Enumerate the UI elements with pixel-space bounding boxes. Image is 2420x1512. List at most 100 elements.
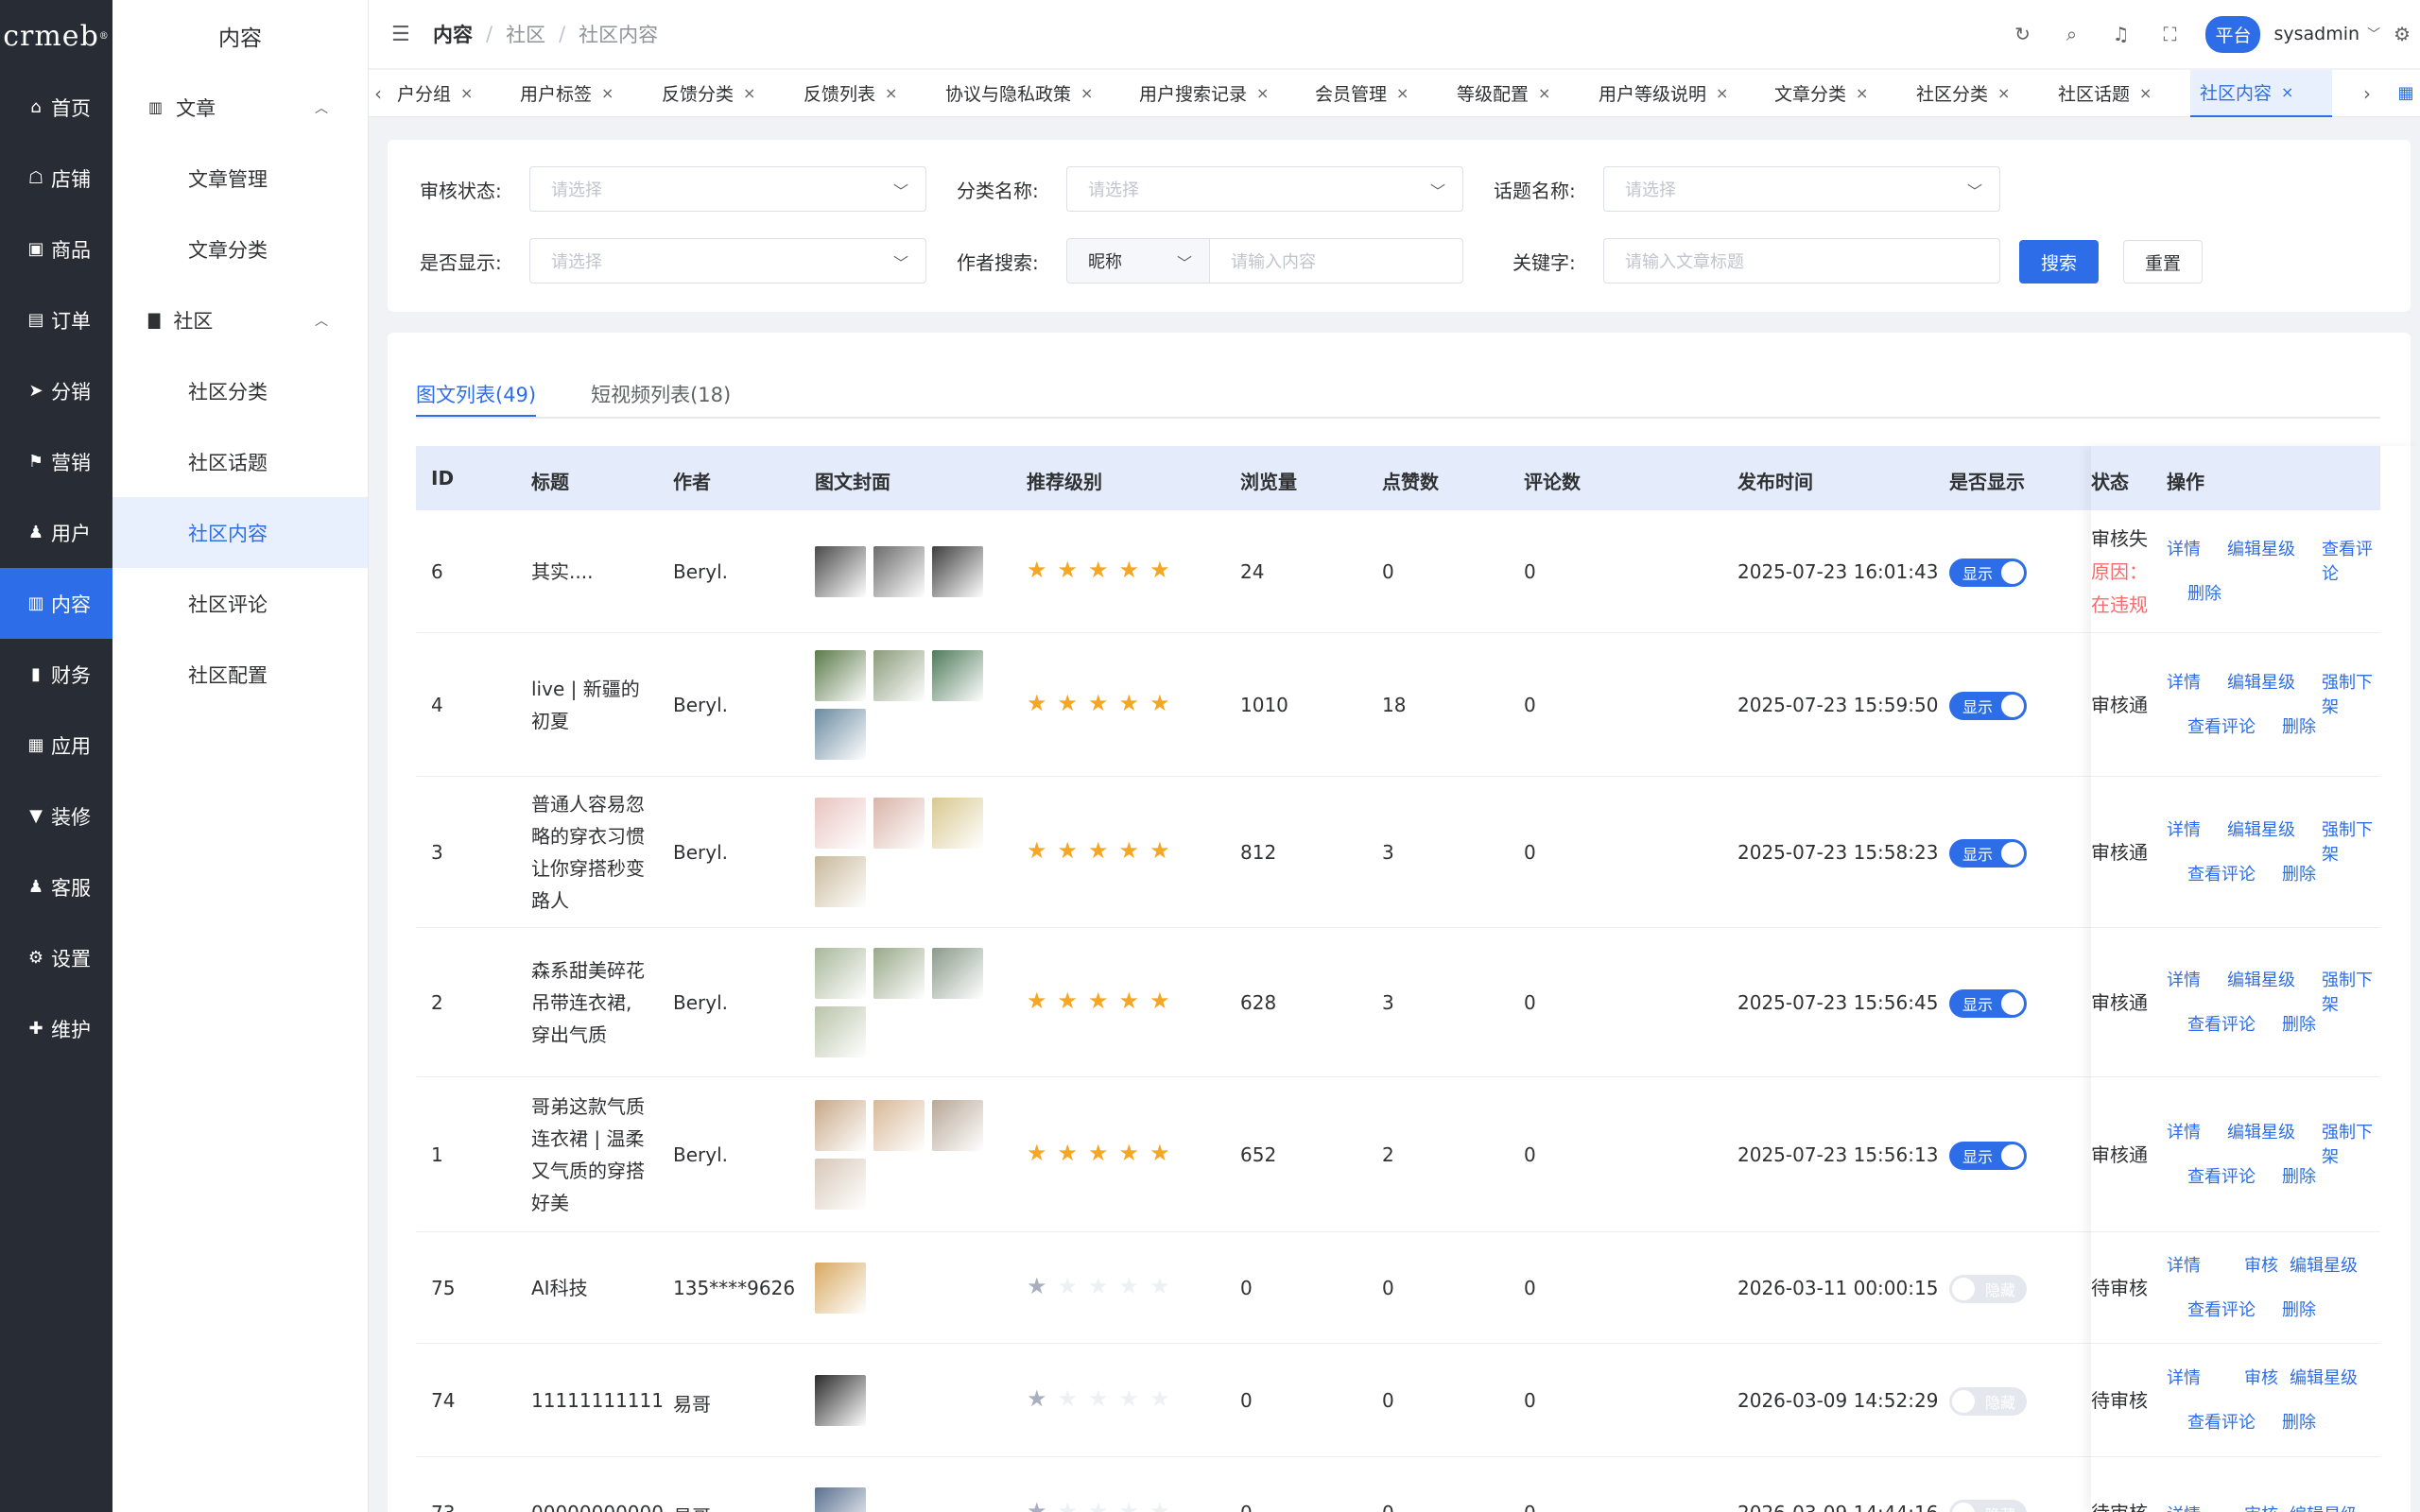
action-link[interactable]: 查看评论: [2187, 1011, 2256, 1036]
cover-thumbnail[interactable]: [815, 1375, 866, 1426]
action-link[interactable]: 删除: [2282, 1409, 2316, 1434]
tag-item[interactable]: 文章分类 ×: [1765, 70, 1907, 117]
star-icon[interactable]: ★: [1119, 988, 1140, 1014]
cover-thumbnail[interactable]: [873, 650, 925, 701]
star-icon[interactable]: ★: [1088, 1140, 1109, 1166]
star-icon[interactable]: ★: [1058, 837, 1079, 864]
close-icon[interactable]: ×: [2281, 83, 2293, 101]
action-link[interactable]: 查看评论: [2187, 1297, 2256, 1321]
username[interactable]: sysadmin: [2273, 24, 2360, 44]
star-icon[interactable]: ★: [1088, 1273, 1109, 1299]
star-icon[interactable]: ★: [1058, 1498, 1079, 1512]
star-icon[interactable]: ★: [1088, 1498, 1109, 1512]
main-menu-item[interactable]: ▣ 商品: [0, 214, 112, 284]
cover-thumbnail[interactable]: [815, 948, 866, 999]
star-icon[interactable]: ★: [1027, 690, 1047, 716]
search-icon[interactable]: ⌕: [2047, 23, 2096, 45]
star-icon[interactable]: ★: [1058, 988, 1079, 1014]
action-link[interactable]: 删除: [2282, 1163, 2316, 1188]
tag-item[interactable]: 社区内容 ×: [2190, 69, 2332, 117]
sidebar-item-community-category[interactable]: 社区分类: [112, 355, 368, 426]
author-type-select[interactable]: 昵称 ﹀: [1066, 238, 1210, 284]
category-select[interactable]: 请选择 ﹀: [1066, 166, 1463, 212]
cover-thumbnail[interactable]: [932, 1100, 983, 1151]
close-icon[interactable]: ×: [1716, 84, 1728, 102]
star-icon[interactable]: ★: [1150, 1140, 1170, 1166]
action-link[interactable]: 详情: [2167, 1502, 2201, 1512]
action-link[interactable]: 编辑星级: [2227, 816, 2295, 841]
rating-stars[interactable]: ★ ★ ★ ★ ★: [1027, 557, 1181, 583]
action-link[interactable]: 编辑星级: [2227, 536, 2295, 560]
action-link[interactable]: 编辑星级: [2290, 1502, 2358, 1512]
logo[interactable]: crmeb ®: [0, 0, 112, 72]
action-link[interactable]: 删除: [2282, 713, 2316, 738]
star-icon[interactable]: ★: [1058, 1385, 1079, 1412]
cover-thumbnail[interactable]: [815, 798, 866, 849]
cover-thumbnail[interactable]: [873, 546, 925, 597]
star-icon[interactable]: ★: [1027, 1140, 1047, 1166]
star-icon[interactable]: ★: [1027, 1273, 1047, 1299]
star-icon[interactable]: ★: [1088, 557, 1109, 583]
star-icon[interactable]: ★: [1119, 1498, 1140, 1512]
cover-thumbnail[interactable]: [932, 650, 983, 701]
cover-thumbnail[interactable]: [815, 1263, 866, 1314]
show-toggle[interactable]: 显示: [1949, 558, 2027, 587]
star-icon[interactable]: ★: [1088, 1385, 1109, 1412]
cover-thumbnail[interactable]: [815, 1487, 866, 1512]
cover-thumbnail[interactable]: [815, 546, 866, 597]
main-menu-item[interactable]: ⚙ 设置: [0, 922, 112, 993]
star-icon[interactable]: ★: [1027, 1498, 1047, 1512]
action-link[interactable]: 查看评论: [2187, 1163, 2256, 1188]
chevron-down-icon[interactable]: ﹀: [2367, 25, 2380, 43]
star-icon[interactable]: ★: [1027, 988, 1047, 1014]
cover-thumbnail[interactable]: [815, 1100, 866, 1151]
action-link[interactable]: 编辑星级: [2290, 1252, 2358, 1277]
star-icon[interactable]: ★: [1119, 1140, 1140, 1166]
show-toggle[interactable]: 显示: [1949, 839, 2027, 868]
star-icon[interactable]: ★: [1150, 1385, 1170, 1412]
main-menu-item[interactable]: ▮ 财务: [0, 639, 112, 710]
action-link[interactable]: 详情: [2167, 1119, 2201, 1143]
close-icon[interactable]: ×: [885, 84, 897, 102]
search-button[interactable]: 搜索: [2019, 240, 2099, 284]
action-link[interactable]: 删除: [2282, 1297, 2316, 1321]
action-link[interactable]: 详情: [2167, 967, 2201, 991]
platform-badge[interactable]: 平台: [2205, 15, 2261, 53]
rating-stars[interactable]: ★ ★ ★ ★ ★: [1027, 1273, 1181, 1299]
close-icon[interactable]: ×: [1856, 84, 1868, 102]
show-toggle[interactable]: 显示: [1949, 1142, 2027, 1170]
action-link[interactable]: 查看评论: [2187, 861, 2256, 885]
tag-item[interactable]: 社区分类 ×: [1907, 70, 2048, 117]
sidebar-item-community-topic[interactable]: 社区话题: [112, 426, 368, 497]
tag-item[interactable]: 反馈分类 ×: [652, 70, 794, 117]
sidebar-item-article-category[interactable]: 文章分类: [112, 214, 368, 284]
main-menu-item[interactable]: ♟ 客服: [0, 851, 112, 922]
cover-thumbnail[interactable]: [873, 1100, 925, 1151]
star-icon[interactable]: ★: [1088, 988, 1109, 1014]
action-link[interactable]: 编辑星级: [2290, 1365, 2358, 1389]
action-link[interactable]: 详情: [2167, 1365, 2201, 1389]
author-search-input[interactable]: 请输入内容: [1209, 238, 1463, 284]
star-icon[interactable]: ★: [1058, 557, 1079, 583]
action-link[interactable]: 详情: [2167, 1252, 2201, 1277]
keyword-input[interactable]: 请输入文章标题: [1603, 238, 2000, 284]
main-menu-item[interactable]: ➤ 分销: [0, 355, 112, 426]
cover-thumbnail[interactable]: [815, 650, 866, 701]
star-icon[interactable]: ★: [1150, 837, 1170, 864]
star-icon[interactable]: ★: [1119, 1385, 1140, 1412]
cover-thumbnail[interactable]: [815, 709, 866, 760]
star-icon[interactable]: ★: [1058, 690, 1079, 716]
action-link[interactable]: 删除: [2187, 580, 2221, 605]
action-link[interactable]: 查看评论: [2187, 713, 2256, 738]
close-icon[interactable]: ×: [2139, 84, 2152, 102]
show-toggle[interactable]: 隐藏: [1949, 1275, 2027, 1303]
action-link[interactable]: 审核: [2244, 1365, 2278, 1389]
cover-thumbnail[interactable]: [873, 948, 925, 999]
star-icon[interactable]: ★: [1058, 1273, 1079, 1299]
action-link[interactable]: 审核: [2244, 1502, 2278, 1512]
close-icon[interactable]: ×: [743, 84, 755, 102]
refresh-icon[interactable]: ↻: [1997, 23, 2047, 45]
star-icon[interactable]: ★: [1150, 988, 1170, 1014]
submenu-group-community[interactable]: ▇ 社区 ︿: [112, 284, 368, 355]
action-link[interactable]: 编辑星级: [2227, 669, 2295, 694]
